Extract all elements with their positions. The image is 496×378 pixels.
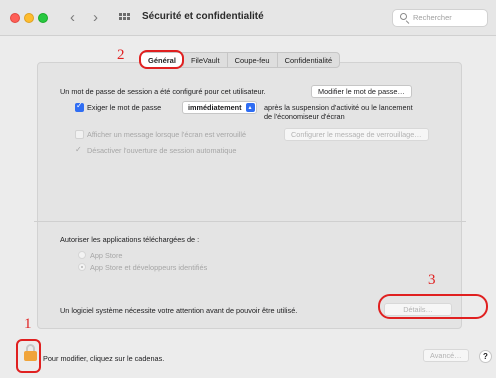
require-password-label: Exiger le mot de passe bbox=[87, 103, 162, 112]
require-password-after-text-2: de l'économiseur d'écran bbox=[264, 112, 345, 121]
show-message-label: Afficher un message lorsque l'écran est … bbox=[87, 130, 247, 139]
section-divider bbox=[34, 221, 466, 222]
chevron-updown-icon: ▴ bbox=[245, 103, 255, 112]
disable-autologin-label: Désactiver l'ouverture de session automa… bbox=[87, 146, 237, 155]
configure-message-button[interactable]: Configurer le message de verrouillage… bbox=[284, 128, 429, 141]
close-icon[interactable] bbox=[10, 13, 20, 23]
require-password-delay-value: immédiatement bbox=[188, 103, 242, 112]
window-title: Sécurité et confidentialité bbox=[142, 11, 264, 22]
disable-autologin-checkbox[interactable]: ✓ bbox=[75, 145, 82, 154]
help-icon[interactable]: ? bbox=[479, 350, 492, 363]
system-software-text: Un logiciel système nécessite votre atte… bbox=[60, 306, 298, 315]
grid-icon[interactable] bbox=[119, 13, 131, 23]
radio-app-store-identified-label: App Store et développeurs identifiés bbox=[90, 263, 208, 272]
preferences-window: ‹ › Sécurité et confidentialité Recherch… bbox=[0, 0, 496, 378]
annotation-number-2: 2 bbox=[117, 47, 125, 63]
search-field[interactable]: Rechercher bbox=[392, 9, 488, 27]
title-bar: ‹ › Sécurité et confidentialité Recherch… bbox=[0, 0, 496, 36]
annotation-box-lock bbox=[16, 339, 41, 373]
zoom-icon[interactable] bbox=[38, 13, 48, 23]
change-password-button[interactable]: Modifier le mot de passe… bbox=[311, 85, 412, 98]
tab-filevault[interactable]: FileVault bbox=[184, 53, 228, 67]
tab-firewall[interactable]: Coupe-feu bbox=[228, 53, 278, 67]
chevron-right-icon[interactable]: › bbox=[93, 9, 98, 27]
lock-text: Pour modifier, cliquez sur le cadenas. bbox=[43, 354, 165, 363]
chevron-left-icon[interactable]: ‹ bbox=[70, 9, 75, 27]
downloads-label: Autoriser les applications téléchargées … bbox=[60, 235, 200, 244]
annotation-box-general-tab bbox=[139, 50, 184, 69]
radio-app-store-label: App Store bbox=[90, 251, 123, 260]
search-placeholder: Rechercher bbox=[413, 13, 452, 22]
advanced-button[interactable]: Avancé… bbox=[423, 349, 469, 362]
minimize-icon[interactable] bbox=[24, 13, 34, 23]
require-password-delay-select[interactable]: immédiatement ▴ bbox=[182, 101, 257, 114]
require-password-checkbox[interactable] bbox=[75, 101, 84, 112]
show-message-checkbox[interactable] bbox=[75, 130, 84, 139]
tab-privacy[interactable]: Confidentialité bbox=[278, 53, 340, 67]
password-set-text: Un mot de passe de session a été configu… bbox=[60, 87, 266, 96]
radio-app-store-identified[interactable] bbox=[78, 263, 86, 271]
annotation-number-1: 1 bbox=[24, 316, 32, 332]
search-icon bbox=[400, 13, 407, 20]
annotation-number-3: 3 bbox=[428, 272, 436, 288]
radio-app-store[interactable] bbox=[78, 251, 86, 259]
annotation-box-details-button bbox=[378, 294, 488, 319]
require-password-after-text: après la suspension d'activité ou le lan… bbox=[264, 103, 413, 112]
